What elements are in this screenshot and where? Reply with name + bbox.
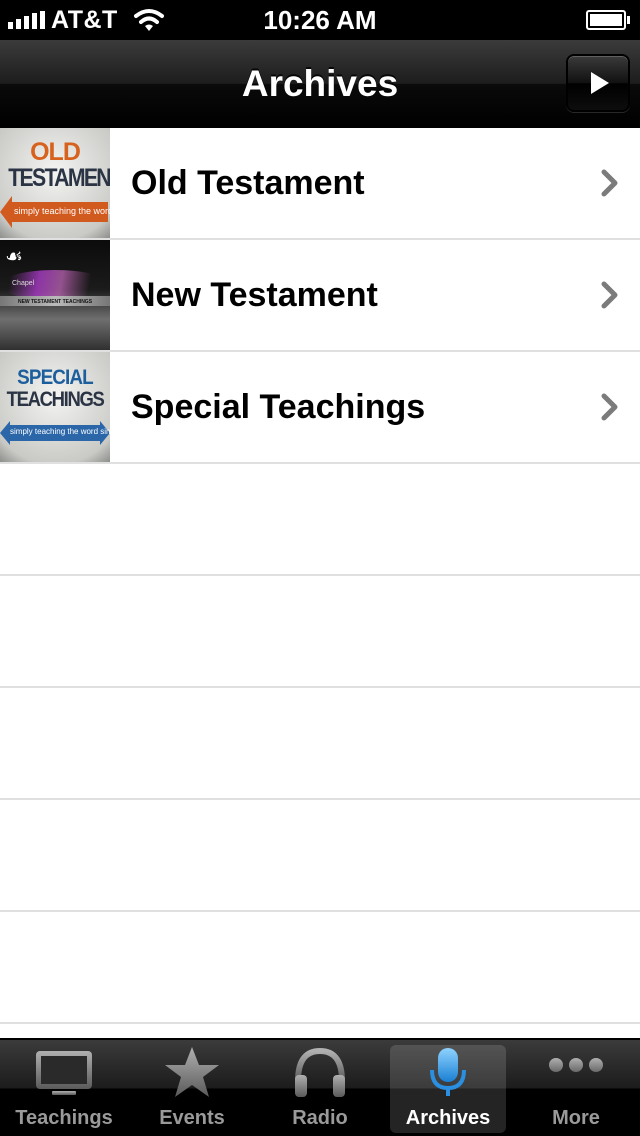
tv-icon xyxy=(34,1047,94,1099)
battery-icon xyxy=(586,10,630,30)
more-dots-icon xyxy=(546,1047,606,1099)
thumbnail-title-line1: OLD xyxy=(30,138,81,166)
now-playing-button[interactable] xyxy=(566,54,630,112)
navigation-bar: Archives xyxy=(0,40,640,128)
dove-icon: ☙ xyxy=(5,246,23,268)
tab-label: More xyxy=(552,1107,600,1129)
archives-list: OLD TESTAMENT simply teaching the word s… xyxy=(0,128,640,1038)
thumbnail-title-line2: TEACHINGS xyxy=(6,388,105,411)
headphones-icon xyxy=(290,1047,350,1099)
list-item-label: Old Testament xyxy=(131,163,365,202)
thumbnail-chapel-text: Chapel xyxy=(12,280,35,287)
thumbnail-subtitle: simply teaching the word simply xyxy=(14,206,110,216)
empty-row xyxy=(0,464,640,576)
signal-bars-icon xyxy=(8,11,45,29)
thumbnail-subtitle: simply teaching the word simply xyxy=(10,427,110,436)
special-teachings-thumbnail: SPECIAL TEACHINGS simply teaching the wo… xyxy=(0,352,110,462)
tab-label: Radio xyxy=(292,1107,348,1129)
old-testament-thumbnail: OLD TESTAMENT simply teaching the word s… xyxy=(0,128,110,238)
play-icon xyxy=(591,72,609,94)
status-left: AT&T xyxy=(8,6,166,35)
chevron-right-icon xyxy=(601,393,618,421)
tab-bar: Teachings Events Radio Archives More xyxy=(0,1038,640,1136)
tab-label: Teachings xyxy=(15,1107,113,1129)
tab-radio[interactable]: Radio xyxy=(256,1040,384,1136)
thumbnail-caption: NEW TESTAMENT TEACHINGS xyxy=(17,299,93,305)
status-bar: AT&T 10:26 AM xyxy=(0,0,640,40)
microphone-icon xyxy=(418,1047,478,1099)
new-testament-thumbnail: ☙ Chapel NEW TESTAMENT TEACHINGS xyxy=(0,240,110,350)
list-item-new-testament[interactable]: ☙ Chapel NEW TESTAMENT TEACHINGS New Tes… xyxy=(0,240,640,352)
tab-more[interactable]: More xyxy=(512,1040,640,1136)
tab-label: Archives xyxy=(405,1107,491,1129)
list-item-label: Special Teachings xyxy=(131,387,426,426)
tab-label: Events xyxy=(159,1107,225,1129)
empty-row xyxy=(0,576,640,688)
empty-row xyxy=(0,800,640,912)
tab-archives[interactable]: Archives xyxy=(384,1040,512,1136)
page-title: Archives xyxy=(241,62,399,104)
tab-teachings[interactable]: Teachings xyxy=(0,1040,128,1136)
wifi-icon xyxy=(133,9,164,31)
empty-row xyxy=(0,688,640,800)
thumbnail-title-line2: TESTAMENT xyxy=(8,164,110,192)
empty-row xyxy=(0,912,640,1024)
list-item-label: New Testament xyxy=(131,275,378,314)
chevron-right-icon xyxy=(601,169,618,197)
list-item-special-teachings[interactable]: SPECIAL TEACHINGS simply teaching the wo… xyxy=(0,352,640,464)
tab-events[interactable]: Events xyxy=(128,1040,256,1136)
thumbnail-title-line1: SPECIAL xyxy=(17,366,94,389)
chevron-right-icon xyxy=(601,281,618,309)
carrier-label: AT&T xyxy=(51,5,118,34)
star-icon xyxy=(162,1047,222,1099)
list-item-old-testament[interactable]: OLD TESTAMENT simply teaching the word s… xyxy=(0,128,640,240)
